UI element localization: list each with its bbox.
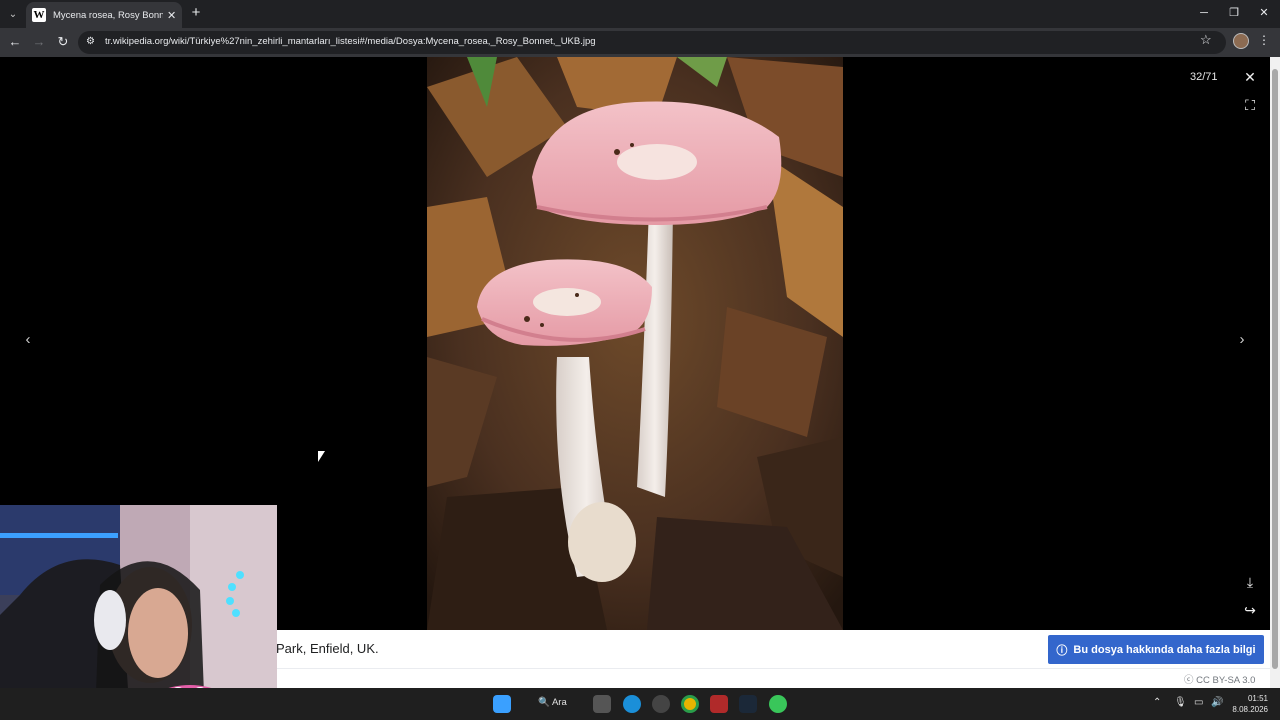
chrome-browser-icon[interactable]: [681, 695, 699, 713]
tab-search-chevron-icon[interactable]: ⌄: [4, 5, 22, 23]
caption-divider: [276, 668, 1270, 669]
browser-toolbar: ← → ↻ ⚙ tr.wikipedia.org/wiki/Türkiye%27…: [0, 28, 1280, 57]
mushroom-photo: [427, 57, 843, 630]
address-bar[interactable]: ⚙ tr.wikipedia.org/wiki/Türkiye%27nin_ze…: [78, 31, 1226, 54]
profile-avatar[interactable]: [1233, 33, 1249, 49]
url-text[interactable]: tr.wikipedia.org/wiki/Türkiye%27nin_zehi…: [105, 36, 596, 47]
edge-browser-icon[interactable]: [623, 695, 641, 713]
bookmark-star-icon[interactable]: ☆: [1200, 32, 1212, 48]
tab-strip: ⌄ W Mycena rosea, Rosy Bonnet, UK ✕ + ─ …: [0, 0, 1280, 28]
wikipedia-favicon: W: [32, 8, 46, 22]
taskbar-clock[interactable]: 01:51 8.08.2026: [1232, 693, 1268, 715]
viewer-close-icon[interactable]: ✕: [1240, 67, 1260, 87]
microphone-icon[interactable]: 🎙: [1174, 697, 1187, 708]
restore-icon[interactable]: ❐: [1224, 4, 1244, 22]
download-icon[interactable]: ⤓: [1240, 572, 1260, 592]
browser-tab[interactable]: W Mycena rosea, Rosy Bonnet, UK ✕: [26, 2, 182, 28]
next-image-chevron-right-icon[interactable]: ›: [1227, 329, 1257, 351]
image-counter: 32/71: [1190, 71, 1218, 83]
license-text: CC BY-SA 3.0: [1196, 675, 1256, 686]
volume-icon[interactable]: 🔊: [1211, 697, 1223, 708]
new-tab-plus-icon[interactable]: +: [188, 5, 204, 21]
caption-text: Park, Enfield, UK.: [276, 641, 379, 656]
mouse-cursor: [318, 451, 325, 462]
network-icon[interactable]: ▭: [1194, 697, 1203, 708]
start-windows-icon[interactable]: [493, 695, 511, 713]
clock-time: 01:51: [1247, 694, 1268, 703]
more-info-button-label: Bu dosya hakkında daha fazla bilgi: [1073, 643, 1256, 656]
more-info-button[interactable]: ⓘ Bu dosya hakkında daha fazla bilgi: [1048, 635, 1264, 664]
windows-taskbar: 🔍 Ara ⌃ 🎙 ▭ 🔊 01:51 8.08.2026: [0, 688, 1280, 720]
minimize-icon[interactable]: ─: [1194, 4, 1214, 22]
steam-icon[interactable]: [739, 695, 757, 713]
app-icon-3[interactable]: [710, 695, 728, 713]
previous-image-chevron-left-icon[interactable]: ‹: [13, 329, 43, 351]
app-icon-2[interactable]: [652, 695, 670, 713]
tab-close-icon[interactable]: ✕: [167, 9, 176, 22]
clock-date: 8.08.2026: [1232, 705, 1268, 714]
info-icon: ⓘ: [1056, 644, 1068, 657]
back-arrow-icon[interactable]: ←: [6, 33, 24, 51]
site-info-icon[interactable]: ⚙: [86, 36, 95, 47]
forward-arrow-icon[interactable]: →: [30, 33, 48, 51]
reload-icon[interactable]: ↻: [54, 33, 72, 51]
license-label[interactable]: ⓒ CC BY-SA 3.0: [1184, 672, 1255, 686]
tray-chevron-up-icon[interactable]: ⌃: [1153, 697, 1161, 708]
tab-title: Mycena rosea, Rosy Bonnet, UK: [53, 9, 163, 21]
app-icon-1[interactable]: [593, 695, 611, 713]
page-scrollbar[interactable]: [1270, 57, 1280, 688]
share-icon[interactable]: ↪: [1240, 600, 1260, 620]
taskbar-search[interactable]: 🔍 Ara: [538, 697, 567, 708]
fullscreen-icon[interactable]: ⛶: [1240, 95, 1260, 115]
taskbar-search-label: Ara: [551, 697, 567, 708]
app-icon-4[interactable]: [769, 695, 787, 713]
scrollbar-thumb[interactable]: [1272, 69, 1278, 669]
browser-menu-kebab-icon[interactable]: ⋮: [1258, 33, 1270, 47]
window-close-icon[interactable]: ✕: [1254, 4, 1274, 22]
cc-icon: ⓒ: [1184, 675, 1197, 686]
